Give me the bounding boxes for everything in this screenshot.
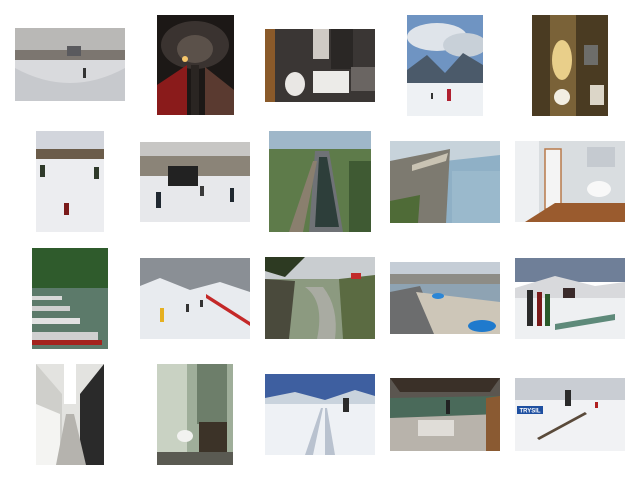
thumbnail-white-bathroom[interactable] xyxy=(515,141,625,222)
thumbnail-snowboard-rail[interactable]: TRYSIL xyxy=(515,378,625,451)
thumbnail-skate-ramp[interactable] xyxy=(390,378,500,451)
thumbnail-lit-restroom[interactable] xyxy=(532,15,608,116)
ski-slope-village-image xyxy=(36,131,104,232)
cliff-overlook-image xyxy=(390,141,500,223)
restaurant-tunnel-image xyxy=(157,15,234,115)
thumbnail-snowy-forest-skiers[interactable] xyxy=(140,258,250,339)
thumbnail-ski-slope-village[interactable] xyxy=(36,131,104,232)
thumbnail-river-valley[interactable] xyxy=(265,257,375,339)
harbor-promenade-image xyxy=(390,262,500,334)
thumbnail-restaurant-tunnel[interactable] xyxy=(157,15,234,115)
lit-restroom-image xyxy=(532,15,608,116)
snowy-forest-skiers-image xyxy=(140,258,250,339)
skatepark-image xyxy=(15,28,125,101)
thumbnail-snowcat-skiers[interactable] xyxy=(140,142,250,222)
mountain-skier-image xyxy=(407,15,483,116)
thumbnail-ski-tracks[interactable] xyxy=(265,374,375,455)
thumbnail-mountain-skier[interactable] xyxy=(407,15,483,116)
thumbnail-skatepark[interactable] xyxy=(15,28,125,101)
snowboard-rack-image xyxy=(515,258,625,339)
white-bathroom-image xyxy=(515,141,625,222)
thumbnail-green-bathroom[interactable] xyxy=(157,364,233,465)
ski-tracks-image xyxy=(265,374,375,455)
river-valley-image xyxy=(265,257,375,339)
thumbnail-snowboard-rack[interactable] xyxy=(515,258,625,339)
thumbnail-train-platform[interactable] xyxy=(269,131,371,232)
snowcat-skiers-image xyxy=(140,142,250,222)
kitchen-corridor-image xyxy=(36,364,104,465)
thumbnail-kitchen-corridor[interactable] xyxy=(36,364,104,465)
thumbnail-cliff-overlook[interactable] xyxy=(390,141,500,223)
thumbnail-lake-boats[interactable] xyxy=(32,248,108,349)
dark-bathroom-image xyxy=(265,29,375,102)
thumbnail-harbor-promenade[interactable] xyxy=(390,262,500,334)
train-platform-image xyxy=(269,131,371,232)
lake-boats-image xyxy=(32,248,108,349)
thumbnail-dark-bathroom[interactable] xyxy=(265,29,375,102)
green-bathroom-image xyxy=(157,364,233,465)
banner-text: TRYSIL xyxy=(519,409,540,415)
image-gallery-grid: TRYSIL xyxy=(0,0,640,480)
skate-ramp-image xyxy=(390,378,500,451)
snowboard-rail-image: TRYSIL xyxy=(515,378,625,451)
